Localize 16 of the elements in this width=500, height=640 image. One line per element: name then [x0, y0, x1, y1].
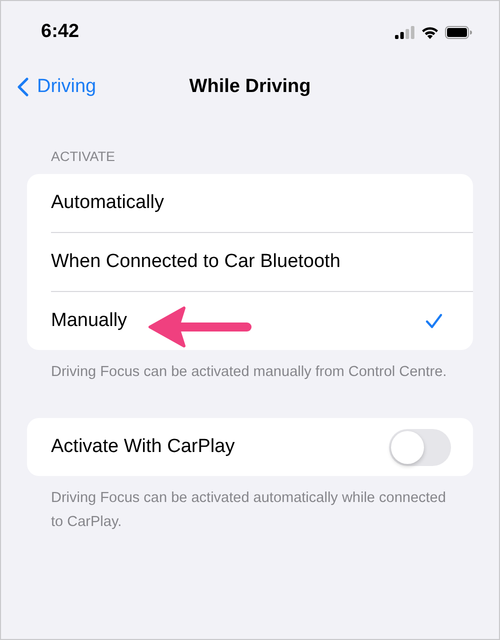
page-title: While Driving [189, 76, 311, 98]
option-row[interactable]: Manually [27, 292, 473, 350]
signal-icon [395, 26, 415, 38]
wifi-icon [421, 26, 439, 38]
toggle-switch[interactable] [389, 428, 451, 466]
option-row[interactable]: When Connected to Car Bluetooth [27, 233, 473, 291]
checkmark-icon [425, 313, 443, 329]
section-header: ACTIVATE [50, 149, 116, 164]
section-footer: Driving Focus can be activated automatically while connected to CarPlay. [27, 486, 473, 534]
status-time: 6:42 [41, 21, 80, 43]
battery-icon [445, 26, 473, 38]
option-row[interactable]: Automatically [27, 174, 473, 232]
back-button[interactable]: Driving [17, 76, 96, 98]
setting-label: Activate With CarPlay [51, 436, 235, 458]
section-footer: Driving Focus can be activated manually from Control Centre. [27, 360, 473, 384]
chevron-left-icon [17, 77, 29, 97]
